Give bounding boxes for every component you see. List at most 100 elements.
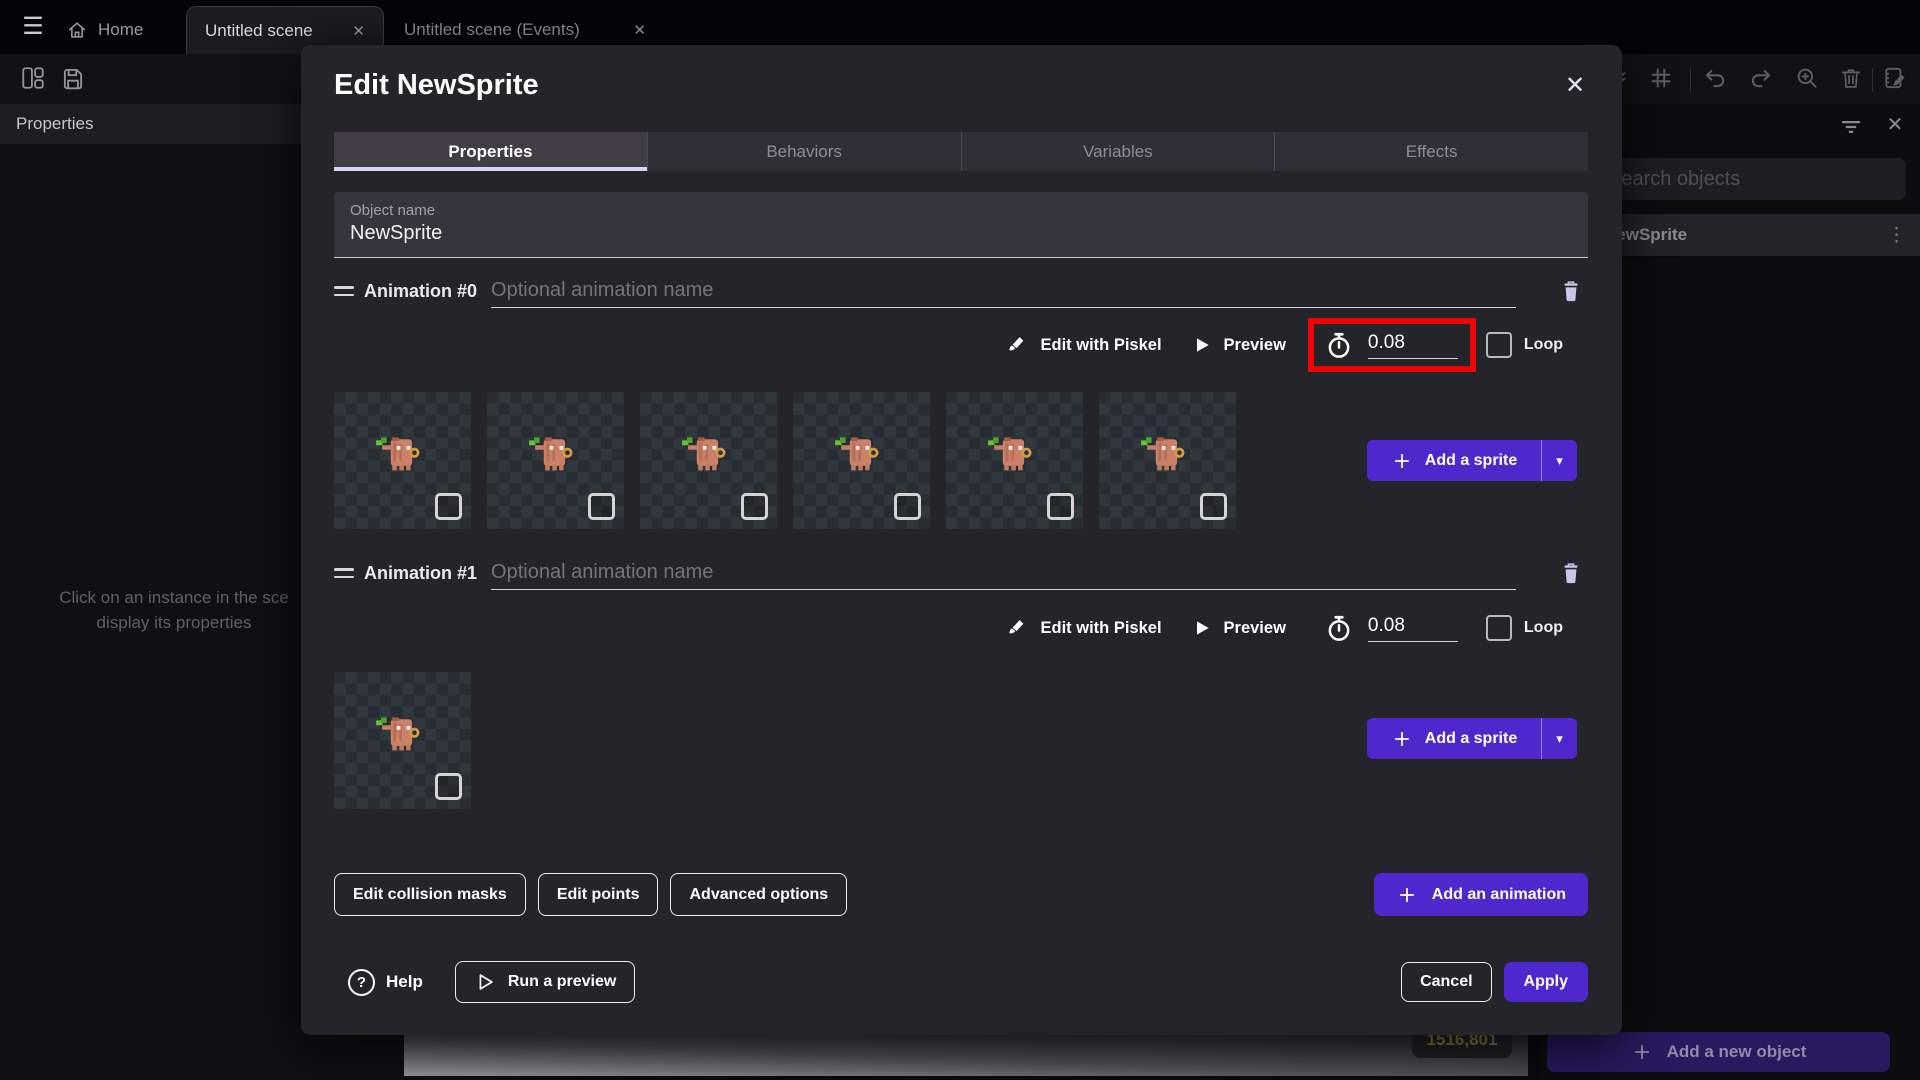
apply-button[interactable]: Apply: [1503, 962, 1588, 1002]
edit-scene-properties-icon[interactable]: [1882, 65, 1910, 93]
plus-icon: [1394, 731, 1409, 746]
question-icon: ?: [348, 968, 375, 996]
undo-icon[interactable]: [1702, 65, 1730, 93]
filter-icon[interactable]: [1838, 114, 1864, 140]
dialog-close-icon[interactable]: ✕: [1560, 71, 1590, 101]
time-between-frames-input[interactable]: [1367, 331, 1458, 354]
loop-checkbox[interactable]: [1485, 615, 1512, 641]
pig-sprite-image: [1139, 435, 1185, 473]
object-name-field[interactable]: Object name: [334, 192, 1588, 258]
sprite-frame-tile[interactable]: [334, 672, 471, 809]
edit-points-button[interactable]: Edit points: [537, 873, 659, 916]
grid-icon[interactable]: [1648, 65, 1676, 93]
frame-select-checkbox[interactable]: [435, 493, 462, 520]
kebab-menu-icon[interactable]: ⋮: [1887, 224, 1906, 247]
save-icon[interactable]: [60, 65, 88, 93]
animation-1-controls: Edit with Piskel Preview Loop: [334, 600, 1588, 656]
sprite-frame-tile[interactable]: [334, 392, 471, 529]
add-sprite-dropdown-caret[interactable]: ▾: [1541, 440, 1577, 481]
close-icon[interactable]: ✕: [633, 21, 646, 39]
redo-icon[interactable]: [1748, 65, 1776, 93]
object-name-input[interactable]: [350, 222, 950, 245]
frame-select-checkbox[interactable]: [435, 773, 462, 800]
frame-select-checkbox[interactable]: [1047, 493, 1074, 520]
objects-panel-close-icon[interactable]: ✕: [1882, 112, 1908, 138]
edit-collision-masks-button[interactable]: Edit collision masks: [334, 873, 526, 916]
plus-icon: [1399, 887, 1414, 902]
brush-icon: [1007, 334, 1029, 356]
add-new-object-button[interactable]: Add a new object: [1547, 1032, 1890, 1072]
delete-animation-1-icon[interactable]: [1554, 555, 1588, 591]
animation-0-frames: [334, 392, 1236, 529]
add-sprite-dropdown-caret[interactable]: ▾: [1541, 718, 1577, 759]
tab-properties[interactable]: Properties: [334, 132, 648, 171]
loop-checkbox[interactable]: [1485, 332, 1512, 358]
add-sprite-button[interactable]: Add a sprite ▾: [1367, 440, 1577, 481]
object-name-label: Object name: [350, 202, 436, 219]
brush-icon: [1007, 617, 1029, 639]
cancel-button[interactable]: Cancel: [1401, 962, 1492, 1002]
animation-1-name-input[interactable]: [491, 556, 1516, 589]
tab-events-label: Untitled scene (Events): [404, 20, 580, 39]
drag-handle-icon[interactable]: [334, 286, 354, 296]
close-icon[interactable]: ✕: [352, 22, 365, 40]
frame-select-checkbox[interactable]: [741, 493, 768, 520]
frame-select-checkbox[interactable]: [1200, 493, 1227, 520]
open-editors-panel-button[interactable]: [20, 65, 48, 93]
frame-select-checkbox[interactable]: [894, 493, 921, 520]
play-outline-icon: [474, 971, 496, 993]
tab-effects[interactable]: Effects: [1275, 132, 1588, 171]
main-menu-button[interactable]: ☰: [16, 12, 50, 42]
animation-1-name-field[interactable]: [491, 556, 1516, 590]
search-objects-input[interactable]: [1592, 158, 1906, 200]
help-button[interactable]: ? Help: [348, 968, 423, 996]
dialog-tab-bar: Properties Behaviors Variables Effects: [334, 132, 1588, 171]
edit-with-piskel-button[interactable]: Edit with Piskel: [1007, 617, 1162, 639]
delete-icon[interactable]: [1838, 65, 1866, 93]
delete-animation-0-icon[interactable]: [1554, 273, 1588, 309]
animation-0-header: Animation #0: [334, 273, 1588, 309]
tab-home[interactable]: Home: [48, 6, 186, 54]
stopwatch-icon: [1324, 330, 1354, 360]
zoom-in-icon[interactable]: [1794, 65, 1822, 93]
tab-scene-label: Untitled scene: [205, 20, 313, 40]
plus-icon: [1634, 1045, 1649, 1059]
advanced-options-button[interactable]: Advanced options: [670, 873, 848, 916]
time-between-frames-input[interactable]: [1367, 614, 1458, 637]
pig-sprite-image: [374, 715, 420, 753]
tab-behaviors[interactable]: Behaviors: [648, 132, 962, 171]
frame-select-checkbox[interactable]: [588, 493, 615, 520]
sprite-frame-tile[interactable]: [640, 392, 777, 529]
animation-0-name-field[interactable]: [491, 274, 1516, 308]
pig-sprite-image: [986, 435, 1032, 473]
time-between-frames-field-highlighted[interactable]: [1307, 318, 1476, 372]
toolbar-divider: [1872, 68, 1873, 92]
pig-sprite-image: [833, 435, 879, 473]
dialog-title: Edit NewSprite: [334, 69, 539, 101]
plus-icon: [1394, 453, 1409, 468]
tab-home-label: Home: [98, 20, 144, 39]
animation-1-frames: [334, 672, 471, 809]
add-sprite-button[interactable]: Add a sprite ▾: [1367, 718, 1577, 759]
time-between-frames-field[interactable]: [1314, 607, 1470, 649]
sprite-frame-tile[interactable]: [946, 392, 1083, 529]
run-a-preview-button[interactable]: Run a preview: [454, 961, 636, 1003]
tab-variables[interactable]: Variables: [962, 132, 1276, 171]
sprite-frame-tile[interactable]: [793, 392, 930, 529]
edit-with-piskel-button[interactable]: Edit with Piskel: [1007, 334, 1162, 356]
add-an-animation-button[interactable]: Add an animation: [1373, 873, 1588, 916]
drag-handle-icon[interactable]: [334, 568, 354, 578]
animation-1-label: Animation #1: [364, 562, 478, 583]
pig-sprite-image: [680, 435, 726, 473]
play-icon: [1192, 618, 1212, 638]
sprite-frame-tile[interactable]: [487, 392, 624, 529]
sprite-frame-tile[interactable]: [1099, 392, 1236, 529]
preview-button[interactable]: Preview: [1192, 335, 1286, 355]
dialog-secondary-actions: Edit collision masks Edit points Advance…: [334, 873, 1588, 916]
animation-0-name-input[interactable]: [491, 274, 1516, 307]
preview-button[interactable]: Preview: [1192, 618, 1286, 638]
animation-0-label: Animation #0: [364, 280, 478, 301]
pig-sprite-image: [527, 435, 573, 473]
search-objects-field[interactable]: [1592, 158, 1906, 200]
loop-label: Loop: [1523, 336, 1563, 353]
